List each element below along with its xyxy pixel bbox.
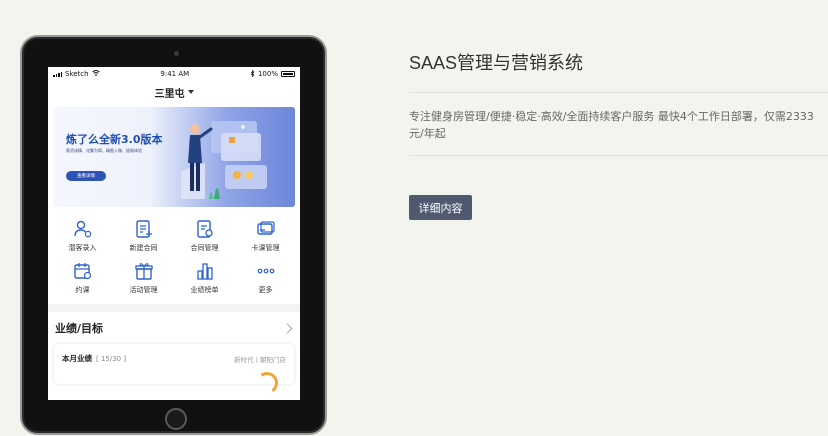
grid-item-contract-management[interactable]: 合同管理	[174, 219, 235, 253]
add-user-icon	[73, 220, 91, 238]
feature-grid: 潜客录入 新建合同 合同管理 卡课管理 约课 活动管理 业绩榜单 更多	[48, 207, 300, 295]
app-screen: Sketch 9:41 AM 100% 三里屯 炼了么全新3.0版本 薪资成精、…	[48, 67, 300, 400]
banner-title: 炼了么全新3.0版本	[66, 133, 163, 146]
location-selector[interactable]: 三里屯	[48, 81, 300, 103]
battery-icon	[280, 71, 295, 77]
section-title: 业绩/目标	[55, 322, 104, 335]
card-store: 新时代 | 朝阳门店	[234, 355, 286, 364]
card-icon	[256, 221, 275, 235]
performance-section-header[interactable]: 业绩/目标	[48, 312, 300, 336]
gift-icon	[134, 263, 153, 280]
banner-subtitle: 薪资成精、化繁为简、精细入微、极致体验	[66, 148, 142, 153]
grid-item-booking[interactable]: 约课	[52, 261, 113, 295]
grid-item-label: 更多	[258, 286, 273, 294]
clock-label: 9:41 AM	[160, 70, 190, 78]
carrier-label: Sketch	[65, 70, 89, 78]
divider-bottom	[409, 155, 828, 156]
grid-item-label: 合同管理	[190, 244, 219, 252]
card-title: 本月业绩	[62, 354, 92, 363]
tablet-device-mockup: Sketch 9:41 AM 100% 三里屯 炼了么全新3.0版本 薪资成精、…	[20, 35, 327, 435]
grid-item-label: 新建合同	[129, 244, 158, 252]
location-label: 三里屯	[154, 88, 185, 100]
calendar-clock-icon	[73, 263, 91, 280]
status-bar: Sketch 9:41 AM 100%	[48, 67, 300, 81]
contract-manage-icon	[196, 220, 213, 238]
section-divider	[48, 304, 300, 312]
grid-item-card-course[interactable]: 卡课管理	[235, 219, 296, 253]
grid-item-label: 卡课管理	[251, 244, 280, 252]
grid-item-performance-ranking[interactable]: 业绩榜单	[174, 261, 235, 295]
more-dots-icon	[257, 268, 274, 274]
grid-item-activity-management[interactable]: 活动管理	[113, 261, 174, 295]
grid-item-new-contract[interactable]: 新建合同	[113, 219, 174, 253]
camera-dot	[174, 51, 179, 56]
monthly-performance-card[interactable]: 本月业绩 [ 15/30 ] 新时代 | 朝阳门店	[54, 344, 294, 396]
signal-icon	[53, 71, 62, 77]
caret-down-icon	[187, 90, 194, 94]
divider-top	[409, 92, 828, 93]
product-title: SAAS管理与营销系统	[409, 53, 584, 73]
product-description: 专注健身房管理/便捷·稳定·高效/全面持续客户服务 最快4个工作日部署，仅需23…	[409, 110, 814, 140]
banner-illustration	[181, 121, 267, 199]
grid-item-label: 活动管理	[129, 286, 158, 294]
battery-label: 100%	[257, 70, 278, 78]
details-button[interactable]: 详细内容	[409, 195, 472, 220]
new-contract-icon	[135, 220, 152, 238]
promo-banner[interactable]: 炼了么全新3.0版本 薪资成精、化繁为简、精细入微、极致体验 查看详情	[53, 107, 295, 207]
grid-item-more[interactable]: 更多	[235, 261, 296, 295]
grid-item-lead-entry[interactable]: 潜客录入	[52, 219, 113, 253]
progress-ring	[254, 370, 280, 396]
bluetooth-icon	[250, 69, 255, 79]
grid-item-label: 潜客录入	[68, 244, 97, 252]
grid-item-label: 业绩榜单	[190, 286, 219, 294]
banner-view-details-button[interactable]: 查看详情	[66, 171, 106, 181]
grid-item-label: 约课	[75, 286, 90, 294]
home-button	[165, 408, 187, 430]
chevron-right-icon	[282, 323, 293, 333]
card-count: [ 15/30 ]	[96, 354, 127, 363]
wifi-icon	[91, 70, 100, 78]
bar-chart-icon	[196, 263, 213, 280]
